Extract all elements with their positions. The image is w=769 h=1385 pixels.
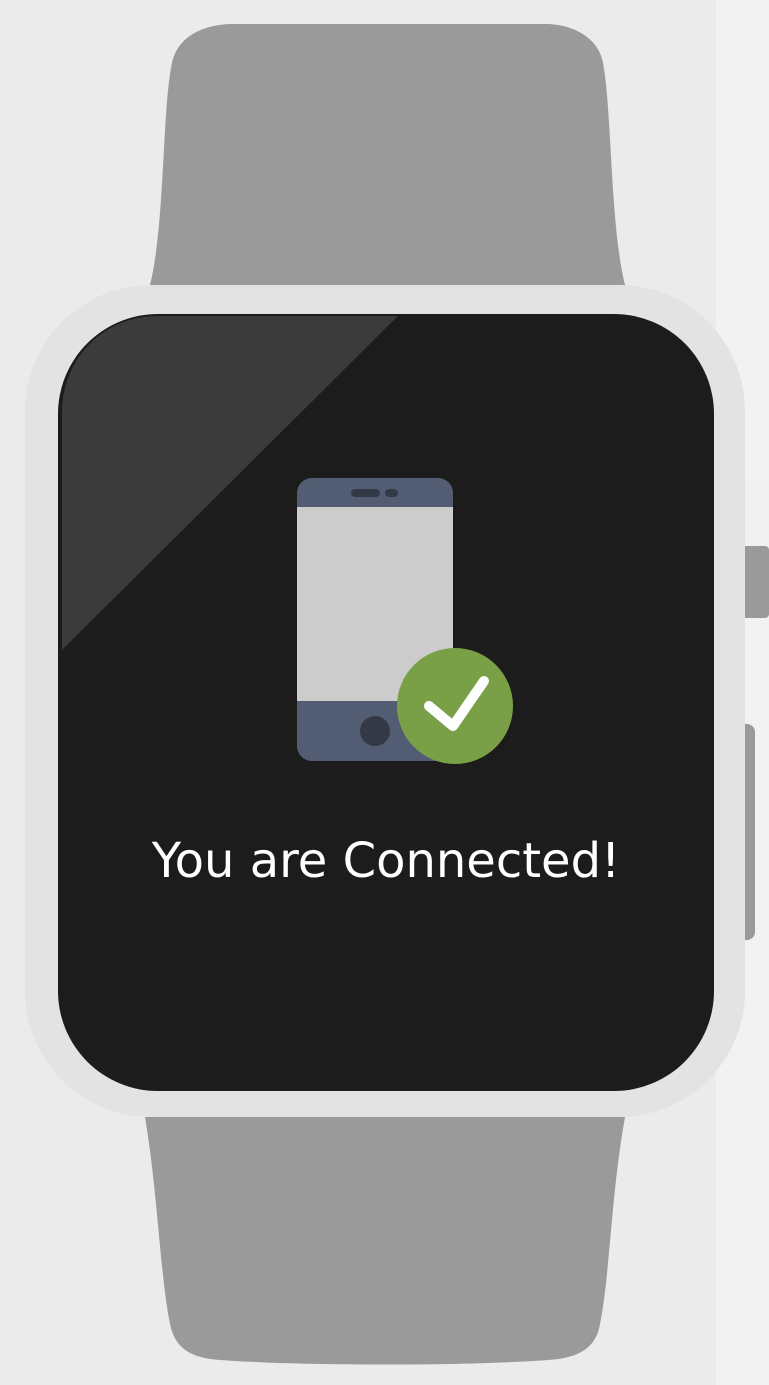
- watch-connection-screen: You are Connected!: [0, 0, 769, 1385]
- watch-band-bottom: [145, 1117, 625, 1365]
- connected-phone-illustration: [297, 478, 513, 764]
- connection-status-text: You are Connected!: [151, 833, 621, 889]
- watch-band-top: [150, 24, 625, 285]
- checkmark-icon: [397, 648, 513, 764]
